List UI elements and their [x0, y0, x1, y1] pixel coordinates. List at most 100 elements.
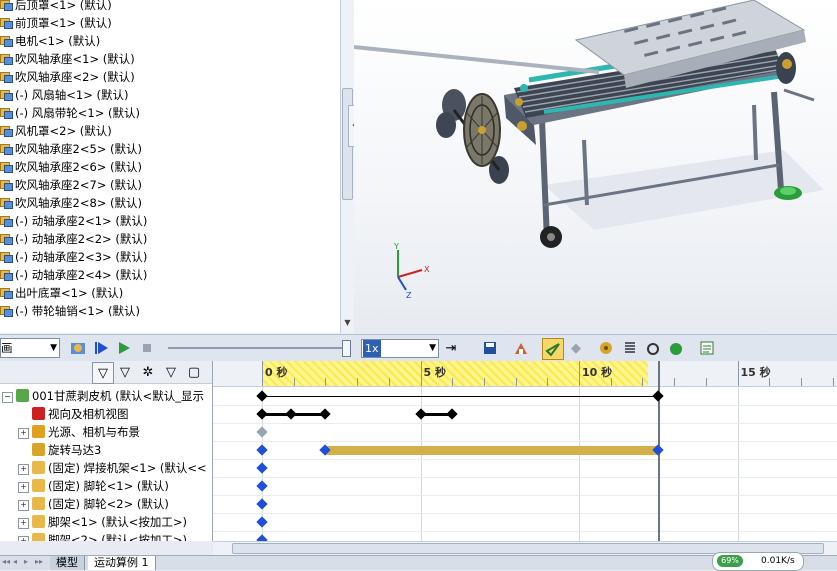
- key-point[interactable]: [256, 498, 268, 510]
- filter-results-icon[interactable]: ▽: [161, 362, 181, 382]
- timeline-header[interactable]: 0 秒 5 秒 10 秒 15 秒: [213, 361, 837, 387]
- tree-item[interactable]: (-) 风扇带轮<1> (默认): [0, 104, 140, 122]
- key-point[interactable]: [319, 408, 332, 420]
- motion-tree-item[interactable]: − 001甘蔗剥皮机 (默认<默认_显示: [0, 387, 204, 405]
- motion-tree-item[interactable]: 视向及相机视图: [0, 405, 129, 423]
- network-badge: 69%: [717, 555, 743, 567]
- results-plot-icon[interactable]: [697, 338, 717, 358]
- tab-scroll-icon[interactable]: ◂: [13, 557, 17, 566]
- tab-scroll-icon[interactable]: ▸: [24, 557, 28, 566]
- graphics-viewport[interactable]: Y X Z: [354, 0, 837, 333]
- expand-toggle-icon[interactable]: −: [2, 392, 13, 403]
- key-point[interactable]: [256, 462, 268, 474]
- tree-item[interactable]: (-) 动轴承座2<4> (默认): [0, 266, 147, 284]
- expand-toggle-icon[interactable]: +: [18, 482, 29, 493]
- motion-toolbar: 画 ▼ 1x ▼ ⇥ ◆: [0, 334, 837, 362]
- spring-icon[interactable]: [620, 338, 640, 358]
- motor-duration-bar[interactable]: [325, 445, 659, 455]
- tree-item[interactable]: (-) 动轴承座2<3> (默认): [0, 248, 147, 266]
- tree-item[interactable]: 前顶罩<1> (默认): [0, 14, 112, 32]
- tab-scroll-icon[interactable]: ◂◂: [2, 557, 10, 566]
- component-icon: [32, 407, 45, 420]
- play-from-start-button[interactable]: [91, 338, 111, 358]
- tree-item[interactable]: 吹风轴承座<2> (默认): [0, 68, 135, 86]
- motion-tree-item[interactable]: + (固定) 脚轮<1> (默认): [0, 477, 169, 495]
- motion-tree-item[interactable]: + 光源、相机与布景: [0, 423, 140, 441]
- svg-text:Y: Y: [393, 242, 399, 251]
- gravity-icon[interactable]: [666, 338, 686, 358]
- key-point[interactable]: [256, 390, 268, 402]
- tree-item[interactable]: (-) 风扇轴<1> (默认): [0, 86, 129, 104]
- time-tick-label: 5 秒: [423, 366, 446, 379]
- key-point[interactable]: [256, 408, 268, 420]
- expand-toggle-icon[interactable]: +: [18, 428, 29, 439]
- contact-icon[interactable]: [643, 338, 663, 358]
- tree-item[interactable]: 吹风轴承座<1> (默认): [0, 50, 135, 68]
- key-point[interactable]: [256, 516, 268, 528]
- network-speed-widget: 69% 0.01K/s: [712, 552, 804, 571]
- expand-toggle-icon[interactable]: +: [18, 500, 29, 511]
- tree-item[interactable]: 出叶底罩<1> (默认): [0, 284, 123, 302]
- autokey-icon[interactable]: [542, 338, 564, 360]
- playback-speed-select[interactable]: 1x ▼: [361, 339, 439, 358]
- time-tick-mark: [420, 361, 422, 386]
- filter-driving-icon[interactable]: ▽: [115, 362, 135, 382]
- tree-item[interactable]: 风机罩<2> (默认): [0, 122, 112, 140]
- time-tick-mark: [705, 378, 707, 386]
- motion-tree-item[interactable]: + 脚架<1> (默认<按加工>): [0, 513, 187, 531]
- filter-selected-icon[interactable]: ✲: [138, 362, 158, 382]
- tree-item[interactable]: 吹风轴承座2<8> (默认): [0, 194, 142, 212]
- expand-toggle-icon[interactable]: +: [18, 518, 29, 529]
- key-point[interactable]: [256, 426, 268, 438]
- scroll-down-icon[interactable]: ▼: [343, 318, 352, 330]
- tree-item[interactable]: 电机<1> (默认): [0, 32, 100, 50]
- play-button[interactable]: [114, 338, 134, 358]
- tab-motion-study[interactable]: 运动算例 1: [88, 556, 156, 570]
- playback-slider[interactable]: [168, 347, 346, 349]
- tab-scroll-icon[interactable]: ▸▸: [35, 557, 43, 566]
- motion-tree-item[interactable]: 旋转马达3: [0, 441, 101, 459]
- assembly-duration-line[interactable]: [262, 395, 659, 397]
- key-point[interactable]: [256, 480, 268, 492]
- key-point[interactable]: [446, 408, 458, 420]
- key-point[interactable]: [414, 408, 427, 420]
- motor-icon[interactable]: [596, 338, 616, 358]
- expand-toggle-icon[interactable]: +: [18, 464, 29, 475]
- timeline-area[interactable]: 0 秒 5 秒 10 秒 15 秒: [213, 361, 837, 541]
- key-point[interactable]: [256, 534, 268, 541]
- tree-item-label: 吹风轴承座<1> (默认): [15, 52, 135, 66]
- key-point[interactable]: [256, 444, 268, 456]
- tab-model[interactable]: 模型: [50, 556, 85, 570]
- playback-slider-thumb[interactable]: [342, 340, 351, 357]
- tree-item-label: (-) 动轴承座2<3> (默认): [15, 250, 148, 264]
- tree-item[interactable]: 吹风轴承座2<6> (默认): [0, 158, 142, 176]
- tree-item[interactable]: 吹风轴承座2<5> (默认): [0, 140, 142, 158]
- add-key-icon[interactable]: ◆: [566, 338, 586, 358]
- motion-tree-item[interactable]: + (固定) 焊接机架<1> (默认<<: [0, 459, 207, 477]
- calculate-button[interactable]: [68, 338, 88, 358]
- expand-toggle-icon[interactable]: +: [18, 536, 29, 541]
- filter-animated-icon[interactable]: ▽: [92, 362, 114, 384]
- motion-tree-item[interactable]: + 脚架<2> (默认<按加工>): [0, 531, 187, 541]
- time-tick-mark: [262, 361, 263, 386]
- tree-item-label: 出叶底罩<1> (默认): [15, 286, 124, 300]
- filter-collapse-icon[interactable]: ▢: [184, 362, 204, 382]
- motion-tree-item[interactable]: + (固定) 脚轮<2> (默认): [0, 495, 169, 513]
- stop-button[interactable]: [137, 338, 157, 358]
- tree-item[interactable]: (-) 动轴承座2<1> (默认): [0, 212, 147, 230]
- tree-item[interactable]: (-) 带轮轴销<1> (默认): [0, 302, 140, 320]
- save-animation-icon[interactable]: [480, 338, 500, 358]
- tree-item[interactable]: 吹风轴承座2<7> (默认): [0, 176, 142, 194]
- tree-filter-bar: ▽ ▽ ✲ ▽ ▢: [0, 361, 212, 384]
- study-type-select[interactable]: 画 ▼: [0, 338, 60, 358]
- key-point[interactable]: [652, 390, 664, 402]
- axis-triad-icon: Y X Z: [393, 242, 430, 300]
- playback-mode-icon[interactable]: ⇥: [441, 338, 461, 358]
- tree-item[interactable]: 后顶罩<1> (默认): [0, 0, 112, 14]
- feature-tree[interactable]: 后顶罩<1> (默认) 前顶罩<1> (默认) 电机<1> (默认) 吹风轴承座<1>…: [0, 0, 354, 333]
- row-separator: [213, 459, 837, 460]
- motion-tree-label: (固定) 焊接机架<1> (默认<<: [48, 461, 207, 475]
- animation-wizard-icon[interactable]: [511, 338, 531, 358]
- key-point[interactable]: [284, 408, 297, 420]
- tree-item[interactable]: (-) 动轴承座2<2> (默认): [0, 230, 147, 248]
